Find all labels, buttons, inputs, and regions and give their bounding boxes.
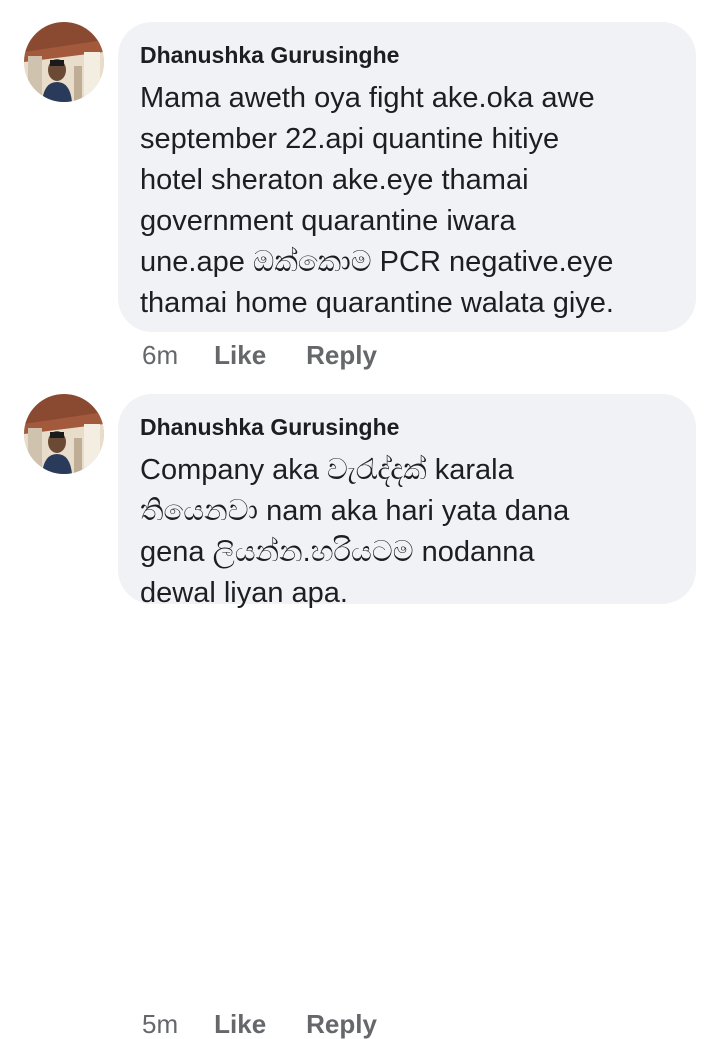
avatar[interactable] [24,22,104,102]
comment-timestamp[interactable]: 6m [142,340,178,370]
comment-timestamp[interactable]: 5m [142,1009,178,1039]
comment-actions: 6m Like Reply [142,340,377,370]
comment-actions: 5m Like Reply [142,1009,377,1039]
comment-text: Mama aweth oya fight ake.oka awe septemb… [140,82,614,319]
comment-author[interactable]: Dhanushka Gurusinghe [140,414,674,440]
reply-button[interactable]: Reply [306,1009,377,1039]
like-button[interactable]: Like [214,340,266,370]
avatar[interactable] [24,394,104,474]
comment-text: Company aka වැරැද්දක් karala තියෙනවා nam… [140,454,570,609]
like-button[interactable]: Like [214,1009,266,1039]
comment-author[interactable]: Dhanushka Gurusinghe [140,42,674,68]
comment-bubble: Dhanushka Gurusinghe Mama aweth oya figh… [118,22,696,332]
profile-photo-icon [24,22,104,102]
comment-bubble: Dhanushka Gurusinghe Company aka වැරැද්ද… [118,394,696,609]
profile-photo-icon [24,394,104,474]
reply-button[interactable]: Reply [306,340,377,370]
